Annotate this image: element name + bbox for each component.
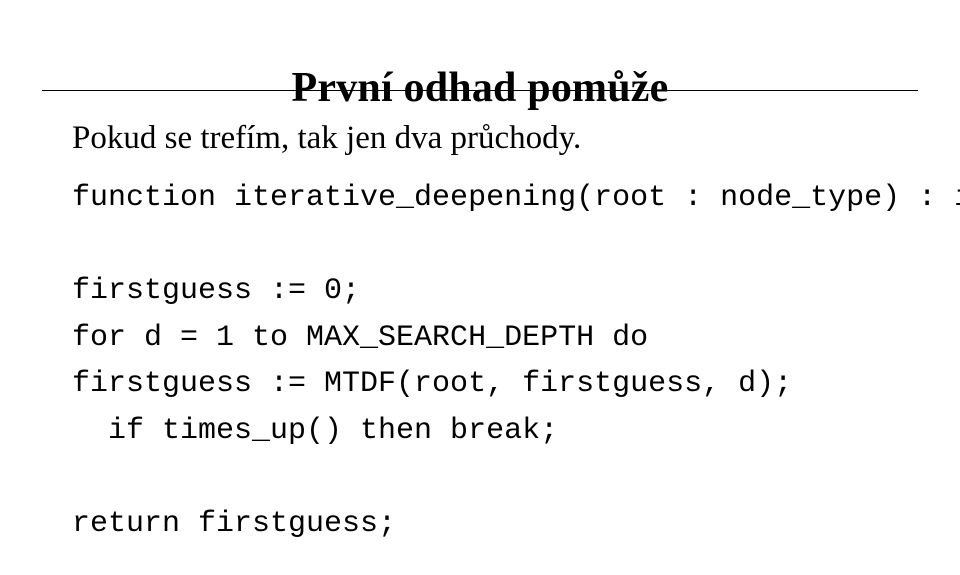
slide-subheading: Pokud se trefím, tak jen dva průchody. xyxy=(72,120,900,157)
code-line: function iterative_deepening(root : node… xyxy=(72,181,960,215)
code-line: if times_up() then break; xyxy=(72,414,558,448)
code-line: firstguess := MTDF(root, firstguess, d); xyxy=(72,367,792,401)
slide-page: První odhad pomůže Pokud se trefím, tak … xyxy=(0,64,960,575)
code-line: return firstguess; xyxy=(72,507,396,541)
code-line: firstguess := 0; xyxy=(72,274,360,308)
code-block: function iterative_deepening(root : node… xyxy=(72,175,900,547)
top-rule xyxy=(42,90,918,91)
code-line: for d = 1 to MAX_SEARCH_DEPTH do xyxy=(72,321,648,355)
slide-title: První odhad pomůže xyxy=(60,64,900,112)
